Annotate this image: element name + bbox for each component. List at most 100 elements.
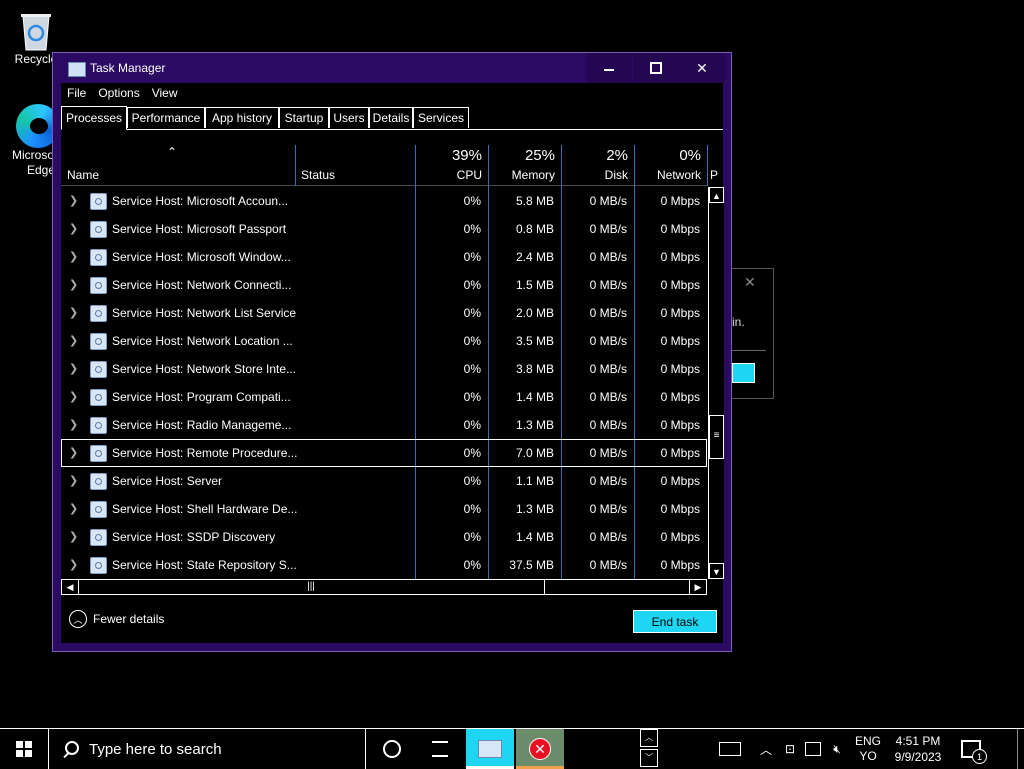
input-language-button[interactable]: ENG YO (852, 729, 884, 769)
expand-chevron-icon[interactable]: ❯ (69, 306, 78, 319)
chevron-up-icon[interactable]: ︿ (640, 729, 658, 747)
process-cpu: 0% (463, 362, 481, 376)
menu-options[interactable]: Options (92, 83, 145, 105)
table-row[interactable]: ❯ Service Host: Shell Hardware De... 0% 1.3… (61, 495, 707, 523)
lang-line2: YO (859, 749, 877, 763)
expand-chevron-icon[interactable]: ❯ (69, 250, 78, 263)
expand-chevron-icon[interactable]: ❯ (69, 334, 78, 347)
col-network-header[interactable]: 0% Network (634, 145, 707, 186)
col-power-header[interactable]: P (707, 145, 723, 186)
table-row[interactable]: ❯ Service Host: State Repository S... 0% 37… (61, 551, 707, 579)
col-name-header[interactable]: Name (61, 145, 295, 186)
meet-now-button[interactable]: ⊡ (780, 729, 800, 769)
close-button[interactable]: ✕ (679, 53, 725, 83)
show-hidden-icons-button[interactable]: ︿ (756, 729, 776, 769)
dialog-button[interactable] (732, 363, 755, 383)
menu-file[interactable]: File (61, 83, 92, 105)
table-row[interactable]: ❯ Service Host: Server 0% 1.1 MB 0 MB/s 0 Mbp… (61, 467, 707, 495)
expand-chevron-icon[interactable]: ❯ (69, 558, 78, 571)
process-cpu: 0% (463, 390, 481, 404)
end-task-button[interactable]: End task (633, 610, 717, 633)
process-name: Service Host: Shell Hardware De... (112, 502, 298, 516)
table-row[interactable]: ❯ Service Host: Network Location ... 0% 3.5… (61, 327, 707, 355)
col-name-label: Name (67, 168, 100, 182)
task-view-button[interactable] (416, 729, 464, 769)
table-row[interactable]: ❯ Service Host: Program Compati... 0% 1.4 M… (61, 383, 707, 411)
scroll-left-icon[interactable]: ◀ (62, 580, 79, 594)
tab-app-history[interactable]: App history (205, 107, 279, 128)
expand-chevron-icon[interactable]: ❯ (69, 222, 78, 235)
dialog-divider (732, 350, 766, 351)
expand-chevron-icon[interactable]: ❯ (69, 362, 78, 375)
process-disk: 0 MB/s (589, 474, 627, 488)
scroll-right-icon[interactable]: ▶ (689, 580, 706, 594)
dialog-close-icon[interactable]: ✕ (744, 274, 756, 291)
clock-date: 9/9/2023 (894, 750, 942, 764)
process-disk: 0 MB/s (589, 558, 627, 572)
tab-performance[interactable]: Performance (127, 107, 205, 128)
chevron-down-icon[interactable]: ﹀ (640, 749, 658, 767)
start-button[interactable] (0, 729, 48, 769)
clock[interactable]: 4:51 PM 9/9/2023 (886, 729, 950, 769)
maximize-button[interactable] (633, 53, 679, 83)
process-memory: 3.5 MB (515, 334, 554, 348)
table-row[interactable]: ❯ Service Host: Network List Service 0% 2.0… (61, 299, 707, 327)
expand-chevron-icon[interactable]: ❯ (69, 502, 78, 515)
tab-users[interactable]: Users (329, 107, 369, 128)
scroll-up-icon[interactable]: ▲ (709, 187, 724, 203)
tab-startup[interactable]: Startup (279, 107, 329, 128)
expand-chevron-icon[interactable]: ❯ (69, 446, 78, 459)
tab-details[interactable]: Details (369, 107, 413, 128)
table-row[interactable]: ❯ Service Host: Microsoft Accoun... 0% 5.8 … (61, 187, 707, 215)
title-bar[interactable]: Task Manager ✕ (53, 53, 731, 83)
process-disk: 0 MB/s (589, 502, 627, 516)
menu-view[interactable]: View (146, 83, 184, 105)
table-row[interactable]: ❯ Service Host: Microsoft Window... 0% 2.4 … (61, 243, 707, 271)
maximize-icon (650, 62, 662, 74)
news-widget-button[interactable] (716, 729, 744, 769)
expand-chevron-icon[interactable]: ❯ (69, 474, 78, 487)
col-status-header[interactable]: Status (295, 145, 415, 186)
vertical-scrollbar[interactable]: ▲ ≡ ▼ (708, 187, 724, 579)
service-host-icon (90, 473, 107, 490)
tab-processes[interactable]: Processes (61, 106, 127, 130)
action-center-button[interactable]: 1 (956, 729, 987, 769)
minimize-button[interactable] (586, 53, 632, 83)
service-host-icon (90, 529, 107, 546)
taskbar-scroll[interactable]: ︿ ﹀ (640, 729, 658, 769)
expand-chevron-icon[interactable]: ❯ (69, 530, 78, 543)
col-memory-header[interactable]: 25% Memory (488, 145, 561, 186)
expand-chevron-icon[interactable]: ❯ (69, 418, 78, 431)
fewer-details-button[interactable]: ︿ Fewer details (69, 610, 164, 628)
minimize-icon (604, 69, 614, 71)
vertical-scroll-thumb[interactable]: ≡ (709, 415, 724, 459)
expand-chevron-icon[interactable]: ❯ (69, 278, 78, 291)
process-cpu: 0% (463, 446, 481, 460)
network-button[interactable] (803, 729, 823, 769)
taskbar-error-app[interactable]: ✕ (516, 729, 564, 769)
horizontal-scrollbar[interactable]: ◀ ||| ▶ (61, 579, 707, 595)
table-row[interactable]: ❯ Service Host: Microsoft Passport 0% 0.8 M… (61, 215, 707, 243)
table-row[interactable]: ❯ Service Host: Network Connecti... 0% 1.5 … (61, 271, 707, 299)
taskbar-task-manager[interactable] (466, 729, 514, 769)
process-disk: 0 MB/s (589, 250, 627, 264)
table-row[interactable]: ❯ Service Host: SSDP Discovery 0% 1.4 MB 0 M… (61, 523, 707, 551)
scroll-down-icon[interactable]: ▼ (709, 563, 724, 579)
table-row[interactable]: ❯ Service Host: Network Store Inte... 0% 3.… (61, 355, 707, 383)
col-disk-header[interactable]: 2% Disk (561, 145, 634, 186)
col-cpu-header[interactable]: 39% CPU (415, 145, 488, 186)
table-row[interactable]: ❯ Service Host: Remote Procedure... 0% 7.0 … (61, 439, 707, 467)
horizontal-scroll-thumb[interactable]: ||| (78, 580, 545, 594)
notification-icon: 1 (961, 740, 987, 764)
tab-services[interactable]: Services (413, 107, 469, 128)
expand-chevron-icon[interactable]: ❯ (69, 194, 78, 207)
col-separator (707, 145, 708, 186)
show-desktop-button[interactable] (1017, 729, 1024, 769)
search-box[interactable]: Type here to search (48, 729, 366, 769)
process-memory: 1.4 MB (515, 390, 554, 404)
process-cpu: 0% (463, 474, 481, 488)
cortana-button[interactable] (368, 729, 416, 769)
expand-chevron-icon[interactable]: ❯ (69, 390, 78, 403)
volume-button[interactable]: 🔇︎ (827, 729, 847, 769)
table-row[interactable]: ❯ Service Host: Radio Manageme... 0% 1.3 MB… (61, 411, 707, 439)
